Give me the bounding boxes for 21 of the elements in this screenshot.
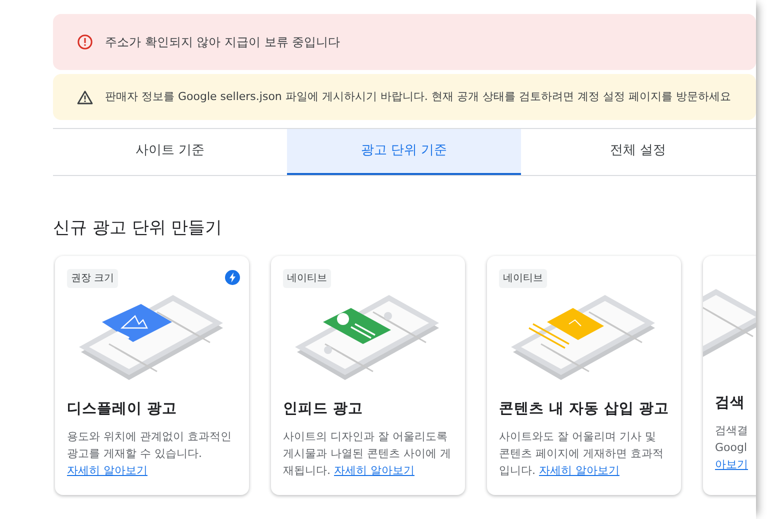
learn-more-link[interactable]: 아보기 [715,458,748,472]
tag-label: 네이티브 [283,268,331,288]
tag-label: 네이티브 [499,268,547,288]
learn-more-link[interactable]: 자세히 알아보기 [67,464,148,478]
tab[interactable]: 광고 단위 기준 [287,129,521,175]
card-title: 콘텐츠 내 자동 삽입 광고 [499,400,669,418]
tab[interactable]: 사이트 기준 [53,129,287,175]
warning-message: 판매자 정보를 Google sellers.json 파일에 게시하시기 바랍니다. 현재 공개 상태를 검토하려면 계정 설정 페이지를 방문하세요 [105,88,731,105]
section-title: 신규 광고 단위 만들기 [53,217,224,240]
card-title: 검색 [715,394,746,412]
learn-more-link[interactable]: 자세히 알아보기 [539,464,620,478]
card-description: 사이트의 디자인과 잘 어울리도록 게시물과 나열된 콘텐츠 사이에 게재됩니다. 자세히 알아보기 [283,429,452,480]
tag-label: 권장 크기 [67,268,118,288]
learn-more-link[interactable]: 자세히 알아보기 [334,464,414,478]
card-description: 용도와 위치에 관계없이 효과적인 광고를 게재할 수 있습니다. 자세히 알아보기 [67,429,232,480]
card-title: 인피드 광고 [283,400,364,418]
card-title: 디스플레이 광고 [67,400,178,418]
tab[interactable]: 전체 설정 [521,129,755,175]
card-description: 검색결 Googl 아보기 [715,423,749,474]
card-description: 사이트와도 잘 어울리며 기사 및 콘텐츠 페이지에 게재하면 효과적입니다. 자세히 알아보기 [499,429,664,480]
error-message: 주소가 확인되지 않아 지급이 보류 중입니다 [105,34,340,51]
